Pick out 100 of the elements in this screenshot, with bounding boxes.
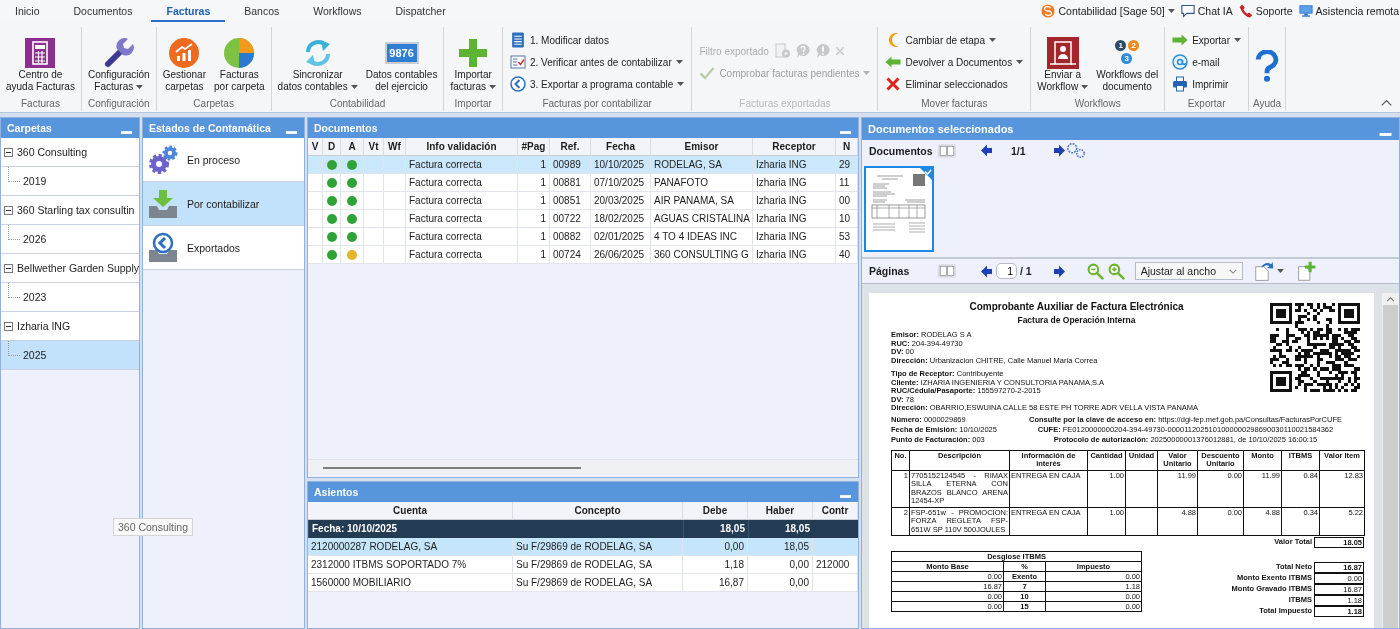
add-page-icon[interactable] bbox=[1297, 261, 1316, 281]
tree-item[interactable]: 360 Starling tax consultin bbox=[1, 196, 139, 225]
caret-icon[interactable] bbox=[1276, 269, 1284, 273]
horizontal-scrollbar[interactable] bbox=[308, 459, 858, 475]
column-header[interactable]: Wf bbox=[384, 138, 406, 156]
table-row[interactable]: 1560000 MOBILIARIO Su F/29869 de RODELAG, SA 16,87 0,00 bbox=[308, 574, 858, 592]
next-arrow-icon[interactable] bbox=[1053, 264, 1065, 278]
collapse-icon[interactable] bbox=[4, 263, 13, 273]
column-header[interactable]: Vt bbox=[364, 138, 384, 156]
table-row[interactable]: Factura correcta 1 00881 07/10/2025 PANAFOTO Izharia ING 11 bbox=[308, 174, 858, 192]
vertical-scrollbar[interactable] bbox=[1382, 293, 1399, 628]
status-item[interactable]: En proceso bbox=[143, 138, 304, 182]
ribbon-button[interactable]: Devolver a Documentos bbox=[884, 51, 1025, 73]
collapse-icon[interactable] bbox=[4, 147, 13, 157]
tree-item[interactable]: 2026 bbox=[1, 225, 139, 254]
tree-item[interactable]: Izharia ING bbox=[1, 312, 139, 341]
ribbon-tab[interactable]: Dispatcher bbox=[380, 0, 461, 22]
previous-arrow-icon[interactable] bbox=[981, 264, 992, 278]
ribbon-button[interactable]: Centro de ayuda Facturas bbox=[5, 27, 76, 97]
minimize-icon[interactable] bbox=[1379, 133, 1392, 136]
column-header[interactable]: Contr bbox=[813, 502, 858, 520]
zoom-out-icon[interactable] bbox=[1086, 262, 1104, 280]
table-row[interactable]: Factura correcta 1 00722 18/02/2025 AGUAS CRISTALINA Izharia ING 10 bbox=[308, 210, 858, 228]
column-header[interactable]: Concepto bbox=[513, 502, 683, 520]
ribbon-button[interactable]: 1. Modificar datos bbox=[508, 29, 686, 51]
checklist-icon bbox=[509, 54, 526, 70]
page-input[interactable]: 1 bbox=[996, 263, 1017, 279]
table-row[interactable]: Factura correcta 1 00882 02/01/2025 4 TO 4 IDEAS INC Izharia ING 53 bbox=[308, 228, 858, 246]
column-header[interactable]: Receptor bbox=[753, 138, 836, 156]
table-cell: 360 CONSULTING G bbox=[651, 246, 753, 264]
ribbon-button[interactable]: Sincronizar datos contables bbox=[276, 27, 359, 97]
column-header[interactable]: Fecha bbox=[591, 138, 651, 156]
ribbon-button[interactable]: 2. Verificar antes de contabilizar bbox=[508, 51, 686, 73]
table-cell: 1 bbox=[518, 246, 550, 264]
table-row[interactable]: Factura correcta 1 00851 20/03/2025 AIR PANAMA, SA Izharia ING 00 bbox=[308, 192, 858, 210]
column-header[interactable]: #Pag bbox=[518, 138, 550, 156]
table-cell: 1560000 MOBILIARIO bbox=[308, 574, 513, 592]
column-header[interactable]: N bbox=[836, 138, 858, 156]
email-icon bbox=[1172, 54, 1189, 70]
rotate-page-icon[interactable] bbox=[1254, 261, 1274, 281]
header-link[interactable]: Asistencia remota bbox=[1298, 4, 1399, 18]
tree-item[interactable]: Bellwether Garden Supply bbox=[1, 254, 139, 283]
zoom-dropdown[interactable]: Ajustar al ancho bbox=[1134, 262, 1243, 280]
tree-item[interactable]: 2023 bbox=[1, 283, 139, 312]
table-row[interactable]: 2120000287 RODELAG, SA Su F/29869 de RODELAG, SA 0,00 18,05 bbox=[308, 538, 858, 556]
two-page-view-icon[interactable] bbox=[938, 264, 956, 278]
wrench-icon bbox=[102, 36, 135, 69]
column-header[interactable]: V bbox=[308, 138, 323, 156]
ribbon-button[interactable]: Gestionar carpetas bbox=[161, 27, 207, 97]
ribbon-button[interactable]: Configuración Facturas bbox=[86, 27, 151, 97]
tooltip: 360 Consulting bbox=[113, 518, 194, 536]
ribbon-button[interactable]: Importar facturas bbox=[449, 27, 497, 97]
table-row[interactable]: 2312000 ITBMS SOPORTADO 7% Su F/29869 de RODELAG, SA 1,18 0,00 212000 bbox=[308, 556, 858, 574]
ribbon-button[interactable]: Cambiar de etapa bbox=[884, 29, 1025, 51]
ribbon-tab[interactable]: Documentos bbox=[58, 0, 148, 22]
ribbon-button[interactable]: 9876 Datos contables del ejercicio bbox=[364, 27, 439, 97]
collapse-icon[interactable] bbox=[4, 321, 13, 331]
ribbon-button[interactable]: Exportar bbox=[1171, 29, 1242, 51]
ribbon-button[interactable]: Eliminar seleccionados bbox=[884, 73, 1025, 95]
table-row[interactable]: Factura correcta 1 00724 26/06/2025 360 CONSULTING G Izharia ING 40 bbox=[308, 246, 858, 264]
two-page-view-icon[interactable] bbox=[938, 143, 956, 158]
ribbon-button[interactable]: Facturas por carpeta bbox=[213, 27, 266, 97]
tree-item[interactable]: 2025 bbox=[1, 341, 139, 370]
column-header[interactable]: Ref. bbox=[550, 138, 591, 156]
ribbon-button[interactable]: 3. Exportar a programa contable bbox=[508, 73, 686, 95]
column-header[interactable]: D bbox=[323, 138, 341, 156]
previous-arrow-icon[interactable] bbox=[981, 144, 992, 157]
collapse-icon[interactable] bbox=[4, 205, 13, 215]
number-badge: 2 bbox=[1128, 39, 1140, 51]
column-header[interactable]: Debe bbox=[683, 502, 748, 520]
ribbon-tab[interactable]: Inicio bbox=[0, 0, 55, 22]
column-header[interactable]: Info validación bbox=[406, 138, 518, 156]
next-arrow-icon[interactable] bbox=[1053, 144, 1065, 157]
column-header[interactable]: Cuenta bbox=[308, 502, 513, 520]
spreadsheet-icon bbox=[24, 36, 57, 69]
panel-title: Documentos seleccionados bbox=[868, 123, 1014, 135]
ribbon-button[interactable]: 1 2 3 Workflows del documento bbox=[1095, 27, 1160, 97]
column-header[interactable]: A bbox=[341, 138, 364, 156]
ribbon-tab[interactable]: Workflows bbox=[298, 0, 377, 22]
status-item[interactable]: Exportados bbox=[143, 226, 304, 270]
header-link[interactable]: Soporte bbox=[1238, 4, 1293, 18]
group-label: Contabilidad bbox=[328, 97, 387, 111]
filter-label: Filtro exportado bbox=[699, 45, 769, 57]
tree-item[interactable]: 360 Consulting bbox=[1, 138, 139, 167]
column-header[interactable]: Emisor bbox=[651, 138, 753, 156]
gears-icon[interactable] bbox=[1066, 143, 1085, 158]
ribbon-button[interactable]: Enviar a Workflow bbox=[1036, 27, 1090, 97]
status-item[interactable]: Por contabilizar bbox=[143, 182, 304, 226]
table-row[interactable]: Factura correcta 1 00989 10/10/2025 RODELAG, SA Izharia ING 29 bbox=[308, 156, 858, 174]
column-header[interactable]: Haber bbox=[748, 502, 813, 520]
scroll-up-icon[interactable] bbox=[1386, 297, 1395, 302]
table-cell: Su F/29869 de RODELAG, SA bbox=[513, 574, 683, 592]
chevron-up-icon[interactable] bbox=[1381, 99, 1392, 107]
tree-item[interactable]: 2019 bbox=[1, 167, 139, 196]
header-link[interactable]: Chat IA bbox=[1180, 4, 1233, 18]
ribbon-button[interactable]: Imprimir bbox=[1171, 73, 1242, 95]
ribbon-tab[interactable]: Bancos bbox=[229, 0, 295, 22]
zoom-in-icon[interactable] bbox=[1107, 262, 1125, 280]
ribbon-button[interactable]: e-mail bbox=[1171, 51, 1242, 73]
header-link[interactable]: Contabilidad [Sage 50] bbox=[1041, 4, 1175, 18]
